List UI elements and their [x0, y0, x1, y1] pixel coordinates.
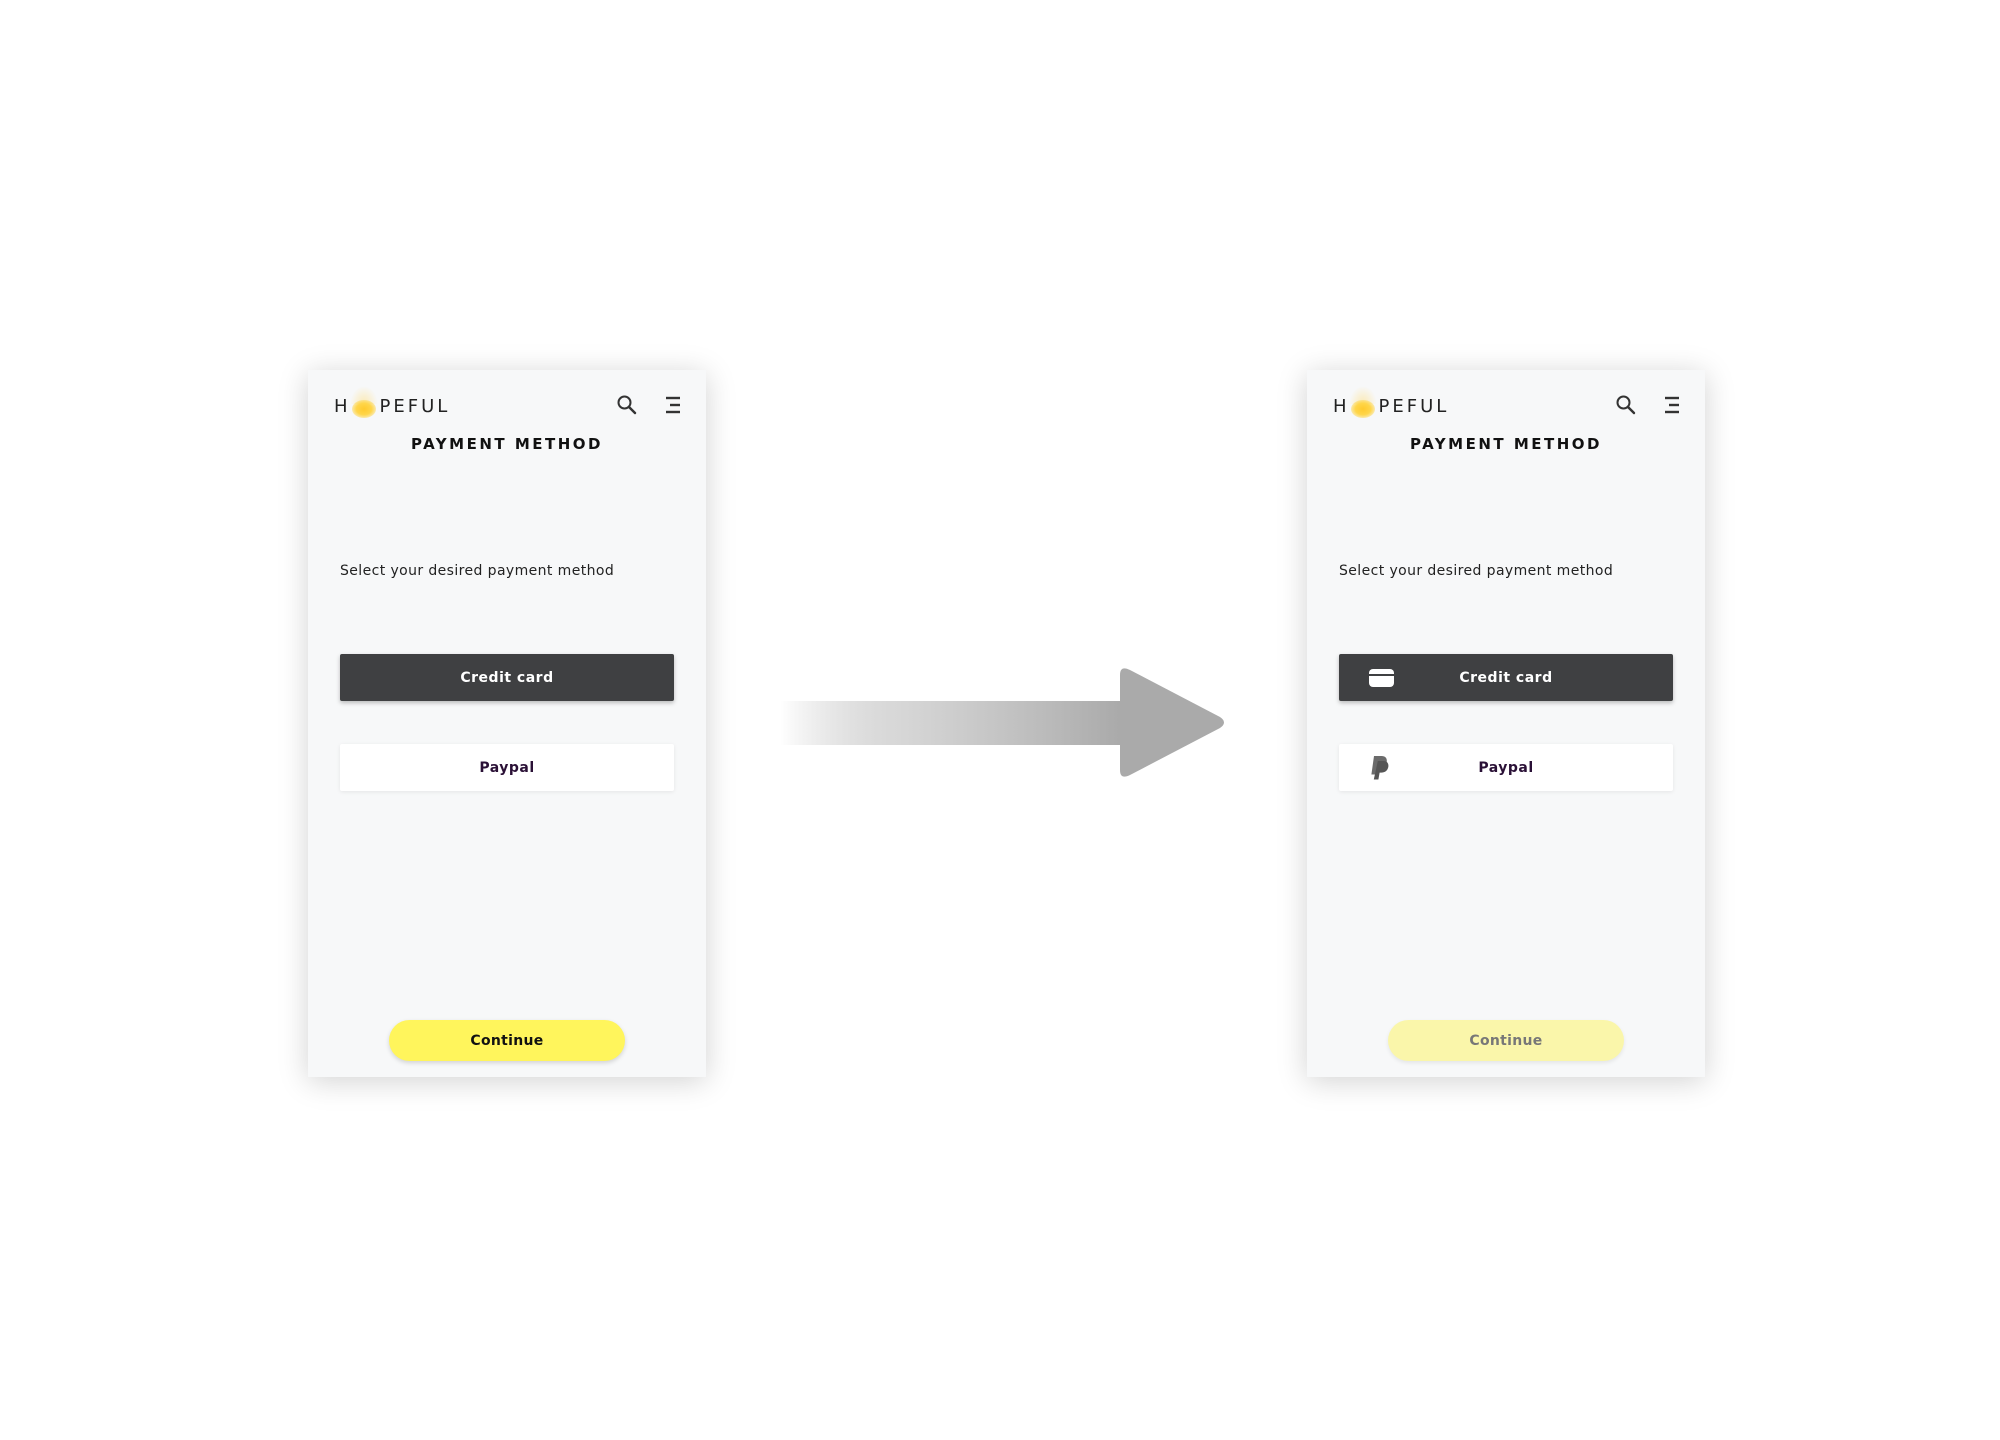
search-icon[interactable]	[1613, 392, 1639, 418]
search-icon[interactable]	[614, 392, 640, 418]
page-title: PAYMENT METHOD	[1410, 435, 1602, 453]
continue-button[interactable]: Continue	[389, 1020, 625, 1061]
menu-icon[interactable]	[1659, 392, 1685, 418]
payment-prompt: Select your desired payment method	[340, 563, 615, 579]
logo-text-right: PEFUL	[1378, 395, 1450, 417]
continue-label: Continue	[470, 1032, 544, 1049]
continue-button[interactable]: Continue	[1388, 1020, 1624, 1061]
paypal-button[interactable]: Paypal	[1339, 744, 1673, 791]
menu-icon[interactable]	[660, 392, 686, 418]
phone-screen-after: H PEFUL PAYMENT METHOD Select your desir…	[1307, 370, 1705, 1077]
paypal-label: Paypal	[1478, 759, 1534, 776]
credit-card-button[interactable]: Credit card	[340, 654, 674, 701]
credit-card-icon	[1369, 668, 1394, 687]
paypal-button[interactable]: Paypal	[340, 744, 674, 791]
right-arrow-icon	[780, 665, 1230, 780]
credit-card-label: Credit card	[1459, 669, 1553, 686]
page-title: PAYMENT METHOD	[411, 435, 603, 453]
sun-icon	[349, 386, 378, 420]
phone-screen-before: H PEFUL PAYMENT METHOD Select your desir…	[308, 370, 706, 1077]
credit-card-label: Credit card	[460, 669, 554, 686]
sun-icon	[1348, 386, 1377, 420]
logo-text-left: H	[1333, 395, 1350, 417]
logo-text-left: H	[334, 395, 351, 417]
continue-label: Continue	[1469, 1032, 1543, 1049]
logo-text-right: PEFUL	[379, 395, 451, 417]
hopeful-logo[interactable]: H PEFUL	[334, 386, 451, 420]
payment-prompt: Select your desired payment method	[1339, 563, 1614, 579]
hopeful-logo[interactable]: H PEFUL	[1333, 386, 1450, 420]
paypal-icon	[1369, 755, 1389, 781]
paypal-label: Paypal	[479, 759, 535, 776]
credit-card-button[interactable]: Credit card	[1339, 654, 1673, 701]
